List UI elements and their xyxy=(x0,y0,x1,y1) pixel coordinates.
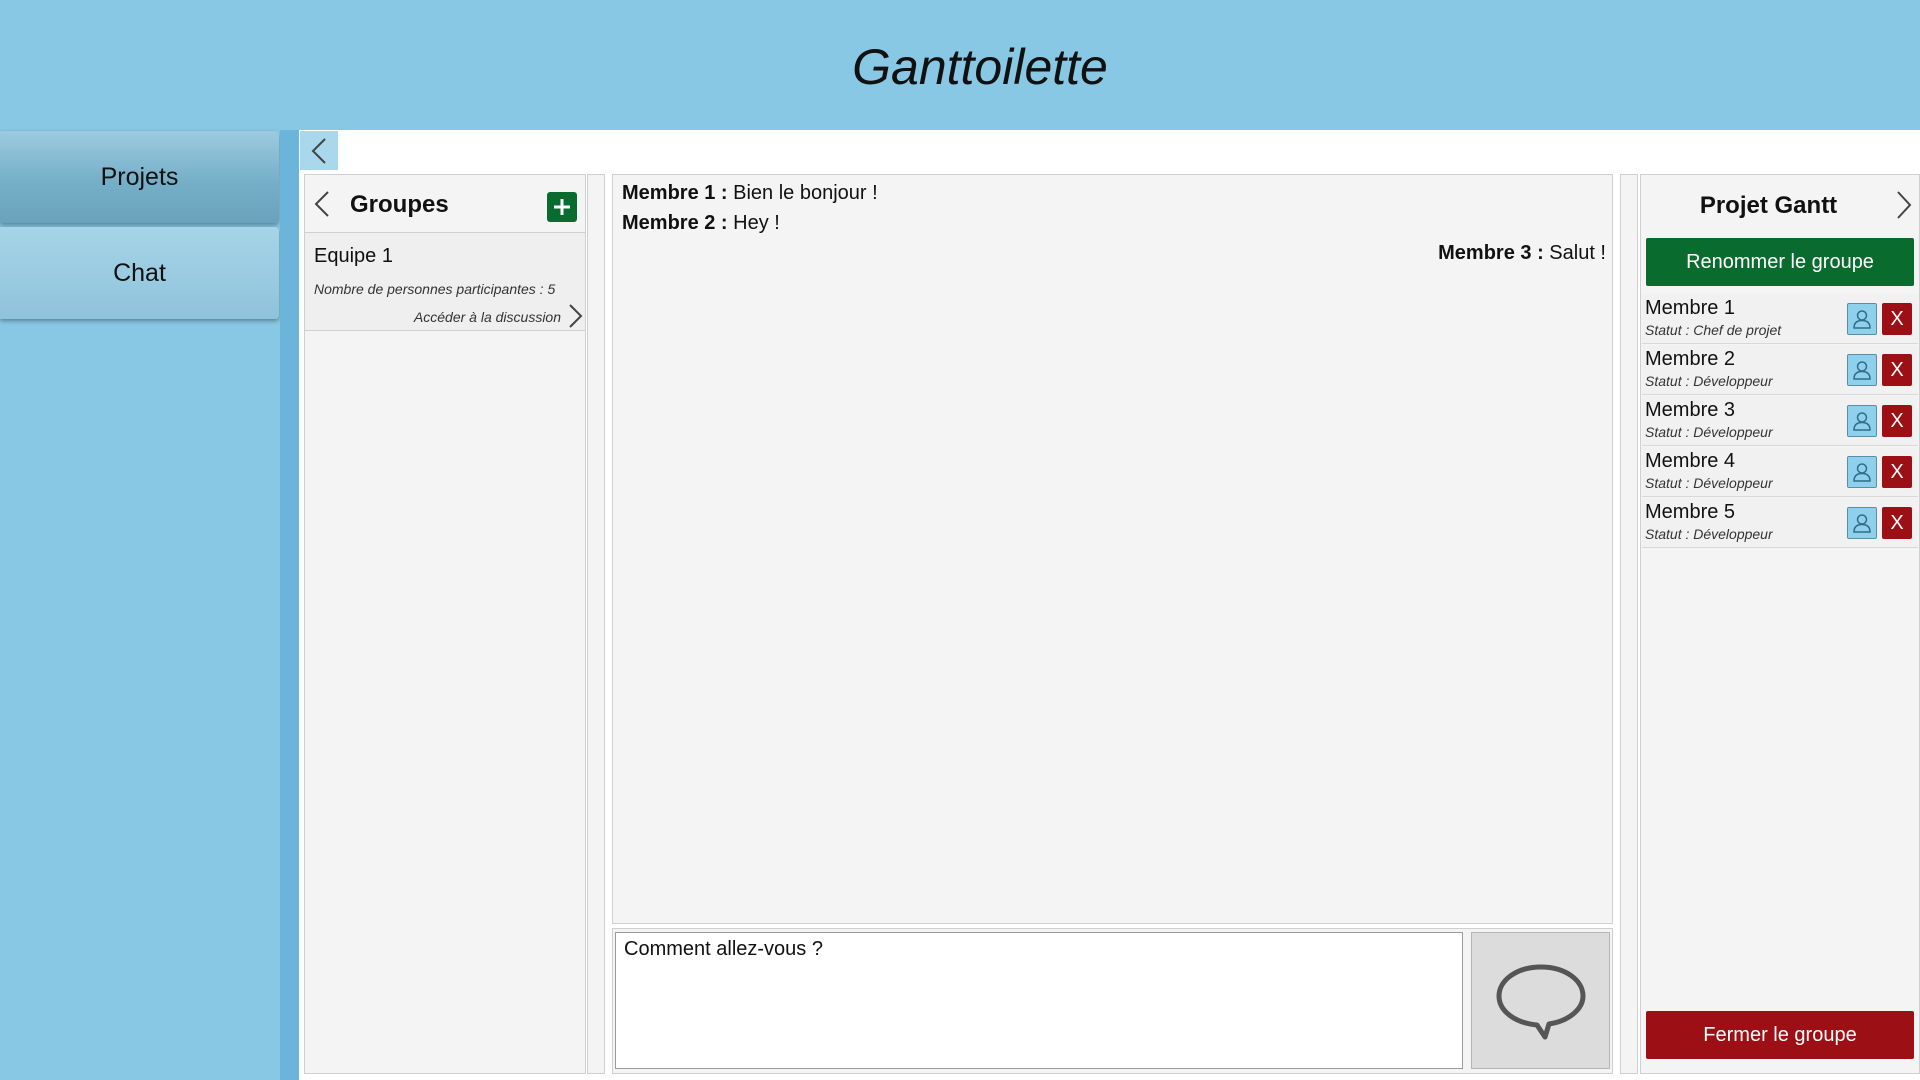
remove-member-button[interactable]: X xyxy=(1882,405,1912,437)
member-name: Membre 5 xyxy=(1645,501,1736,523)
member-profile-button[interactable] xyxy=(1847,405,1877,437)
app-title: Ganttoilette xyxy=(852,39,1108,95)
project-panel: Projet Gantt Renommer le groupe Membre 1… xyxy=(1640,174,1920,1074)
add-group-button[interactable] xyxy=(547,192,577,222)
member-row: Membre 4 Statut : Développeur X xyxy=(1642,447,1918,497)
member-row: Membre 3 Statut : Développeur X xyxy=(1642,396,1918,446)
member-profile-button[interactable] xyxy=(1847,354,1877,386)
plus-icon xyxy=(554,199,570,215)
chevron-right-icon[interactable] xyxy=(1893,189,1915,221)
app-header: Ganttoilette xyxy=(0,0,1920,130)
message-text: Bien le bonjour ! xyxy=(727,182,878,204)
rename-group-button[interactable]: Renommer le groupe xyxy=(1646,238,1914,286)
member-name: Membre 3 xyxy=(1645,399,1736,421)
member-name: Membre 4 xyxy=(1645,450,1736,472)
member-status: Statut : Développeur xyxy=(1645,475,1773,491)
remove-member-button[interactable]: X xyxy=(1882,456,1912,488)
chevron-right-icon[interactable] xyxy=(567,303,583,329)
remove-member-button[interactable]: X xyxy=(1882,303,1912,335)
collapse-sidebar-button[interactable] xyxy=(300,131,338,170)
groups-header: Groupes xyxy=(305,175,585,233)
message-text: Salut ! xyxy=(1543,242,1606,264)
top-toolbar xyxy=(299,130,1920,173)
member-status: Statut : Développeur xyxy=(1645,373,1773,389)
chat-message: Membre 1 : Bien le bonjour ! xyxy=(622,182,878,205)
project-scrollbar[interactable] xyxy=(1620,174,1638,1074)
user-icon xyxy=(1853,514,1871,533)
groups-scrollbar[interactable] xyxy=(587,174,605,1074)
member-row: Membre 5 Statut : Développeur X xyxy=(1642,498,1918,548)
send-button[interactable] xyxy=(1471,932,1610,1069)
message-author: Membre 2 : xyxy=(622,212,728,234)
member-profile-button[interactable] xyxy=(1847,456,1877,488)
composer: Comment allez-vous ? xyxy=(612,928,1613,1074)
message-input[interactable]: Comment allez-vous ? xyxy=(615,932,1463,1069)
remove-member-button[interactable]: X xyxy=(1882,354,1912,386)
member-row: Membre 2 Statut : Développeur X xyxy=(1642,345,1918,395)
user-icon xyxy=(1853,361,1871,380)
message-author: Membre 3 : xyxy=(1438,242,1544,264)
member-status: Statut : Développeur xyxy=(1645,526,1773,542)
group-participants-count: Nombre de personnes participantes : 5 xyxy=(314,281,556,297)
remove-member-button[interactable]: X xyxy=(1882,507,1912,539)
chat-messages-area: Membre 1 : Bien le bonjour ! Membre 2 : … xyxy=(612,174,1613,924)
group-name: Equipe 1 xyxy=(314,245,393,267)
project-title: Projet Gantt xyxy=(1699,192,1838,219)
groups-panel: Groupes Equipe 1 Nombre de personnes par… xyxy=(304,174,586,1074)
speech-bubble-icon xyxy=(1496,964,1585,1039)
message-text: Hey ! xyxy=(727,212,780,234)
member-name: Membre 1 xyxy=(1645,297,1736,319)
message-author: Membre 1 : xyxy=(622,182,728,204)
chat-message: Membre 3 : Salut ! xyxy=(1438,242,1606,265)
member-row: Membre 1 Statut : Chef de projet X xyxy=(1642,294,1918,344)
chevron-left-icon xyxy=(311,137,326,164)
member-status: Statut : Développeur xyxy=(1645,424,1773,440)
groups-title: Groupes xyxy=(350,191,449,218)
nav-chat-button[interactable]: Chat xyxy=(0,227,279,319)
member-profile-button[interactable] xyxy=(1847,303,1877,335)
group-access-link[interactable]: Accéder à la discussion xyxy=(414,309,561,325)
user-icon xyxy=(1853,310,1871,329)
close-group-button[interactable]: Fermer le groupe xyxy=(1646,1011,1914,1059)
user-icon xyxy=(1853,463,1871,482)
member-name: Membre 2 xyxy=(1645,348,1736,370)
member-profile-button[interactable] xyxy=(1847,507,1877,539)
chat-message: Membre 2 : Hey ! xyxy=(622,212,780,235)
nav-projets-button[interactable]: Projets xyxy=(0,131,279,223)
sidebar-strip xyxy=(280,130,299,1080)
groups-back-chevron-icon[interactable] xyxy=(311,189,333,219)
user-icon xyxy=(1853,412,1871,431)
member-status: Statut : Chef de projet xyxy=(1645,322,1782,338)
group-item[interactable]: Equipe 1 Nombre de personnes participant… xyxy=(305,233,585,331)
